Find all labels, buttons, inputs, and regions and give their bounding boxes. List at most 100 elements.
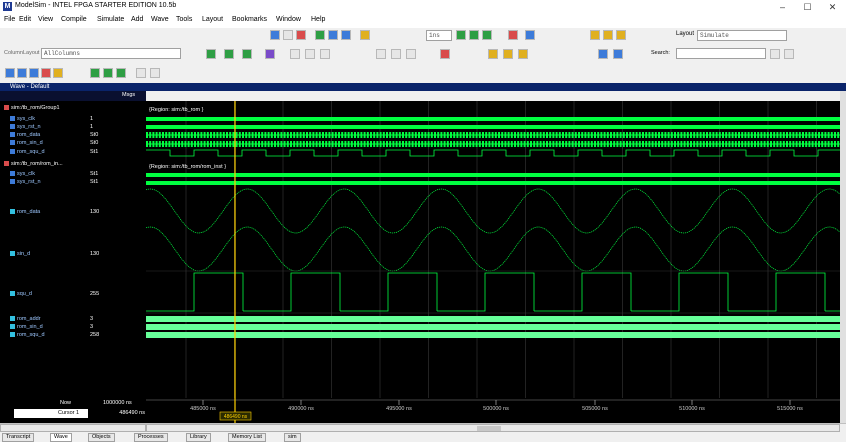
zoom-area-icon[interactable] [53,68,63,78]
zoom-full-icon[interactable] [29,68,39,78]
run-length-input[interactable]: 1ns [426,30,452,41]
add-wave-icon[interactable] [206,49,216,59]
step-out-icon[interactable] [616,30,626,40]
column-layout-label: ColumnLayout [4,50,40,56]
horizontal-scrollbar-left[interactable] [0,424,146,432]
zoom-out-icon[interactable] [17,68,27,78]
bookmark-icon[interactable] [440,49,450,59]
signal-group[interactable]: sim:/tb_rom/Group1 [0,105,88,111]
run-all-icon[interactable] [482,30,492,40]
step-icon[interactable] [590,30,600,40]
menu-tools[interactable]: Tools [176,16,192,23]
waveform-area[interactable]: {Region: sim:/tb_rom } {Region: sim:/tb_r… [146,101,840,398]
cut-icon[interactable] [296,30,306,40]
maximize-button[interactable]: ☐ [795,0,820,15]
add-divider-icon[interactable] [242,49,252,59]
signal-value: 130 [90,209,100,215]
horizontal-scrollbar-wave[interactable] [146,424,840,432]
signal-icon [10,324,15,330]
wave-edge-icon[interactable] [136,68,146,78]
signal-name-pane[interactable]: sim:/tb_rom/Group1 sys_clk sys_rst_n rom_da… [0,101,88,398]
signal-row[interactable]: rom_squ_d [0,149,88,155]
toolbar-row-3 [0,63,846,83]
time-tick-label: 490000 ns [288,406,314,412]
back-arrow-icon[interactable] [328,30,338,40]
signal-value: St1 [90,171,99,177]
signal-row[interactable]: sys_rst_n [0,124,88,130]
next-edge-icon[interactable] [503,49,513,59]
signal-icon [10,149,15,155]
signal-row[interactable]: sys_clk [0,116,88,122]
insert-cursor-icon[interactable] [406,49,416,59]
menu-layout[interactable]: Layout [202,16,223,23]
search-input[interactable] [676,48,766,59]
wave-block-icon[interactable] [116,68,126,78]
signal-row[interactable]: rom_sin_d [0,324,88,330]
vertical-scrollbar[interactable] [840,91,846,423]
signal-row[interactable]: rom_squ_d [0,332,88,338]
minimize-button[interactable]: – [770,0,795,15]
signal-name: sys_clk [17,171,36,177]
close-button[interactable]: ✕ [820,0,845,15]
signal-row[interactable]: rom_addr [0,316,88,322]
search-dropdown-icon[interactable] [770,49,780,59]
menu-edit[interactable]: Edit [19,16,31,23]
edit-icon[interactable] [305,49,315,59]
waveform-canvas[interactable]: {Region: sim:/tb_rom } {Region: sim:/tb_r… [146,101,840,398]
menu-window[interactable]: Window [276,16,301,23]
signal-row[interactable]: rom_sin_d [0,140,88,146]
signal-row[interactable]: rom_data [0,132,88,138]
collapse-icon[interactable] [613,49,623,59]
signal-row[interactable]: rom_data [0,209,88,215]
sys-rst-wave [146,125,840,129]
signal-row[interactable]: sin_d [0,251,88,257]
expand-icon[interactable] [598,49,608,59]
print-icon[interactable] [283,30,293,40]
search-options-icon[interactable] [784,49,794,59]
menu-help[interactable]: Help [311,16,325,23]
group-icon[interactable] [265,49,275,59]
signal-row[interactable]: sys_rst_n [0,179,88,185]
column-layout-select[interactable]: AllColumns [41,48,181,59]
signal-row[interactable]: squ_d [0,291,88,297]
step-over-icon[interactable] [603,30,613,40]
find-icon[interactable] [320,49,330,59]
layout-label: Layout [676,31,695,37]
cursor-icon[interactable] [290,49,300,59]
prev-edge-icon[interactable] [488,49,498,59]
stop-icon[interactable] [525,30,535,40]
continue-run-icon[interactable] [469,30,479,40]
menu-simulate[interactable]: Simulate [97,16,124,23]
zoom-mode-icon[interactable] [391,49,401,59]
forward-arrow-icon[interactable] [341,30,351,40]
menu-compile[interactable]: Compile [61,16,87,23]
sin-d-analog [146,226,840,272]
scroll-thumb[interactable] [477,426,501,431]
zoom-cursor-icon[interactable] [41,68,51,78]
zoom-in-icon[interactable] [5,68,15,78]
run-icon[interactable] [456,30,466,40]
wave-rise-icon[interactable] [150,68,160,78]
break-icon[interactable] [508,30,518,40]
signal-row[interactable]: sys_clk [0,171,88,177]
search-label: Search: [651,50,670,56]
menu-file[interactable]: File [4,16,15,23]
find-edge-icon[interactable] [518,49,528,59]
menu-bookmarks[interactable]: Bookmarks [232,16,267,23]
menu-add[interactable]: Add [131,16,143,23]
save-icon[interactable] [270,30,280,40]
layout-select[interactable]: Simulate [697,30,787,41]
restart-icon[interactable] [360,30,370,40]
cursor-row[interactable]: Cursor 1 [14,409,88,418]
add-signal-icon[interactable] [224,49,234,59]
undo-icon[interactable] [315,30,325,40]
signal-icon [10,316,15,322]
select-mode-icon[interactable] [376,49,386,59]
wave-level-icon[interactable] [103,68,113,78]
signal-group[interactable]: sim:/tb_rom/rom_in... [0,161,88,167]
signal-name: sin_d [17,251,31,257]
wave-format-icon[interactable] [90,68,100,78]
signal-value: St0 [90,132,99,138]
menu-wave[interactable]: Wave [151,16,169,23]
menu-view[interactable]: View [38,16,53,23]
